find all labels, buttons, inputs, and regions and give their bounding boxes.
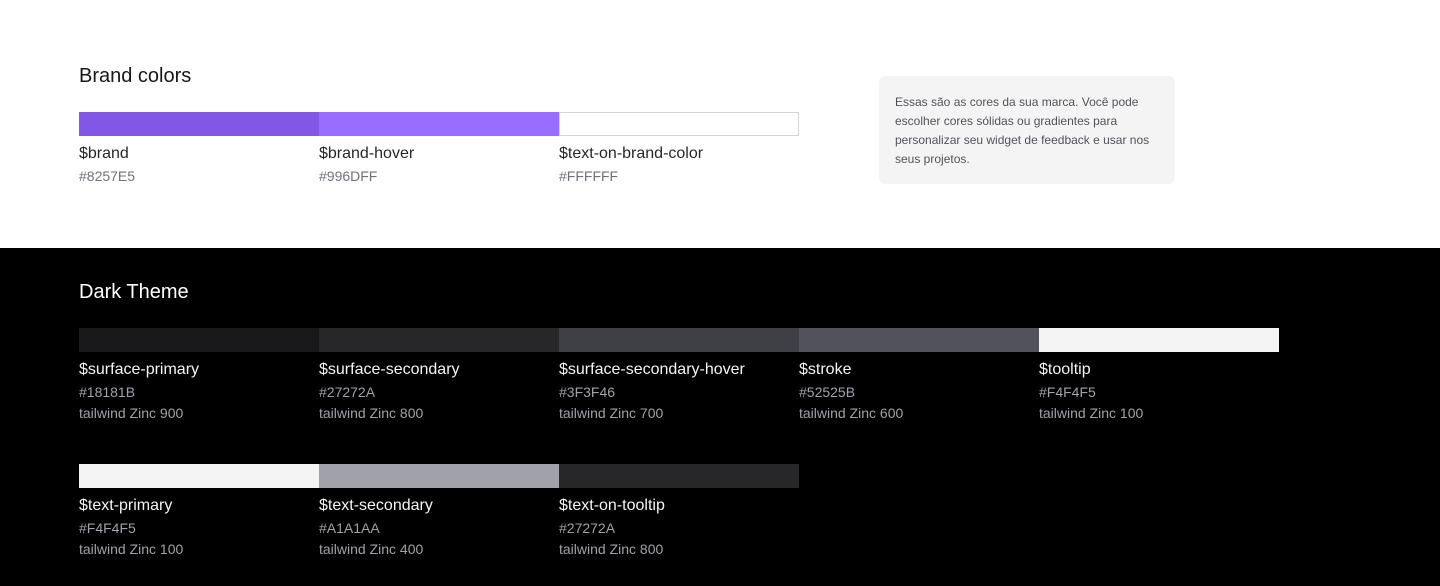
swatch-hex: #FFFFFF (559, 168, 619, 184)
swatch-text-primary: $text-primary #F4F4F5 tailwind Zinc 100 (79, 464, 319, 558)
swatch-hex: #27272A (559, 520, 616, 536)
brand-colors-note: Essas são as cores da sua marca. Você po… (879, 76, 1175, 184)
swatch-name: $surface-secondary-hover (559, 361, 745, 378)
swatch-name: $text-on-tooltip (559, 497, 665, 514)
swatch-hex: #996DFF (319, 168, 378, 184)
swatch-name: $surface-primary (79, 361, 200, 378)
swatch-text-on-tooltip: $text-on-tooltip #27272A tailwind Zinc 8… (559, 464, 799, 558)
swatch-hex: #3F3F46 (559, 384, 616, 400)
swatch-stroke: $stroke #52525B tailwind Zinc 600 (799, 328, 1039, 422)
color-bar (319, 112, 559, 136)
swatch-brand-hover: $brand-hover #996DFF (319, 112, 559, 185)
swatch-name: $stroke (799, 361, 852, 378)
color-bar (559, 112, 799, 136)
color-bar (799, 328, 1039, 352)
color-bar (559, 464, 799, 488)
swatch-hex: #52525B (799, 384, 856, 400)
swatch-tailwind: tailwind Zinc 400 (319, 541, 424, 557)
swatch-tailwind: tailwind Zinc 900 (79, 405, 184, 421)
swatch-surface-secondary: $surface-secondary #27272A tailwind Zinc… (319, 328, 559, 422)
swatch-surface-primary: $surface-primary #18181B tailwind Zinc 9… (79, 328, 319, 422)
color-bar (559, 328, 799, 352)
swatch-tailwind: tailwind Zinc 600 (799, 405, 904, 421)
swatch-hex: #F4F4F5 (79, 520, 136, 536)
swatch-brand: $brand #8257E5 (79, 112, 319, 185)
swatch-tailwind: tailwind Zinc 700 (559, 405, 664, 421)
swatch-hex: #18181B (79, 384, 136, 400)
swatch-hex: #8257E5 (79, 168, 136, 184)
swatch-name: $brand (79, 145, 129, 162)
swatch-name: $surface-secondary (319, 361, 460, 378)
dark-theme-title: Dark Theme (79, 281, 189, 303)
swatch-tailwind: tailwind Zinc 800 (559, 541, 664, 557)
dark-theme-section: Dark Theme $surface-primary #18181B tail… (0, 248, 1440, 586)
brand-colors-section: Brand colors $brand #8257E5 $brand-hover… (0, 0, 1440, 248)
brand-colors-title: Brand colors (79, 65, 192, 87)
brand-swatch-row: $brand #8257E5 $brand-hover #996DFF $tex… (79, 112, 799, 185)
swatch-text-on-brand-color: $text-on-brand-color #FFFFFF (559, 112, 799, 185)
swatch-name: $text-on-brand-color (559, 145, 704, 162)
color-bar (79, 464, 319, 488)
swatch-tailwind: tailwind Zinc 100 (79, 541, 184, 557)
color-bar (1039, 328, 1279, 352)
swatch-surface-secondary-hover: $surface-secondary-hover #3F3F46 tailwin… (559, 328, 799, 422)
color-bar (79, 112, 319, 136)
swatch-tooltip: $tooltip #F4F4F5 tailwind Zinc 100 (1039, 328, 1279, 422)
swatch-name: $text-primary (79, 497, 173, 514)
swatch-hex: #27272A (319, 384, 376, 400)
dark-swatch-row-2: $text-primary #F4F4F5 tailwind Zinc 100 … (79, 464, 799, 558)
dark-swatch-row-1: $surface-primary #18181B tailwind Zinc 9… (79, 328, 1279, 422)
color-bar (319, 328, 559, 352)
swatch-hex: #A1A1AA (319, 520, 380, 536)
swatch-text-secondary: $text-secondary #A1A1AA tailwind Zinc 40… (319, 464, 559, 558)
color-bar (79, 328, 319, 352)
swatch-name: $text-secondary (319, 497, 433, 514)
swatch-tailwind: tailwind Zinc 800 (319, 405, 424, 421)
color-bar (319, 464, 559, 488)
swatch-hex: #F4F4F5 (1039, 384, 1096, 400)
swatch-name: $brand-hover (319, 145, 415, 162)
swatch-name: $tooltip (1039, 361, 1091, 378)
swatch-tailwind: tailwind Zinc 100 (1039, 405, 1144, 421)
